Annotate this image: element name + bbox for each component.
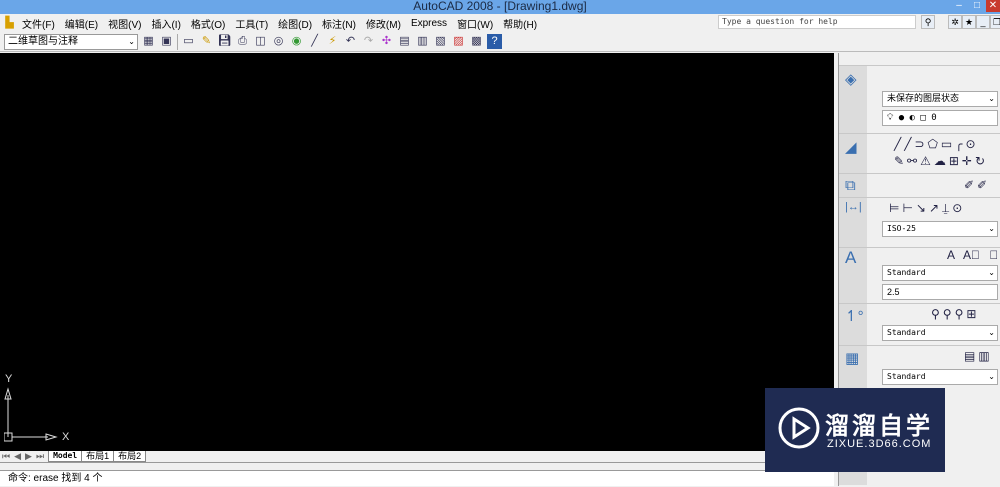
communication-icon[interactable]: ✲	[948, 15, 962, 29]
match-properties-icon[interactable]: ⚡	[325, 34, 340, 49]
menu-help[interactable]: 帮助(H)	[498, 16, 542, 31]
menu-tools[interactable]: 工具(T)	[230, 16, 273, 31]
calculator-icon[interactable]: ▩	[469, 34, 484, 49]
dimension-tools[interactable]: ⊨⊢↘↗⍊⊙	[889, 201, 965, 216]
chevron-down-icon: ⌄	[128, 36, 135, 46]
workspace-select[interactable]: 二维草图与注释 ⌄	[4, 33, 138, 50]
2d-nav-panel: ⧉ ✐✐	[839, 173, 1000, 197]
close-button[interactable]: ✕	[986, 0, 1000, 12]
play-logo-icon	[778, 407, 820, 449]
dimension-icon: |↔|	[845, 201, 862, 213]
separator	[177, 33, 178, 50]
menu-edit[interactable]: 编辑(E)	[60, 16, 103, 31]
multileader-panel: ↿° ⚲⚲⚲⊞ Standard ⌄	[839, 303, 1000, 345]
draw-icon: ◢	[845, 139, 857, 156]
dim-style-select[interactable]: ISO-25 ⌄	[882, 221, 998, 237]
draw-tools[interactable]: ╱╱⊃⬠▭╭⊙	[894, 137, 979, 151]
ucs-y-label: Y	[5, 373, 13, 385]
menu-draw[interactable]: 绘图(D)	[273, 16, 317, 31]
layout-tabs: ⏮ ◀ ▶ ⏭ Model 布局1 布局2	[0, 451, 834, 463]
command-line[interactable]: 命令: erase 找到 4 个	[0, 470, 834, 486]
modify-tools[interactable]: ✎⚯⚠☁⊞✛↻	[894, 154, 988, 168]
maximize-button[interactable]: □	[968, 0, 986, 12]
watermark-url: ZIXUE.3D66.COM	[827, 438, 932, 450]
redo-icon[interactable]: ↷	[361, 34, 376, 49]
workspace-settings-icon[interactable]: ▦	[141, 34, 156, 49]
doc-minimize-button[interactable]: _	[976, 15, 990, 29]
menu-modify[interactable]: 修改(M)	[361, 16, 406, 31]
layers-panel: ◈ 未保存的图层状态 ⌄ 💡︎ ● ◐ □ 0	[839, 65, 1000, 133]
favorites-icon[interactable]: ★	[962, 15, 976, 29]
layer-state-select[interactable]: 未保存的图层状态 ⌄	[882, 91, 998, 107]
drawing-canvas[interactable]	[0, 53, 834, 451]
save-workspace-icon[interactable]: ▣	[159, 34, 174, 49]
tool-palettes-icon[interactable]: ▧	[433, 34, 448, 49]
multileader-icon: ↿°	[845, 308, 864, 325]
nav-tools[interactable]: ✐✐	[964, 178, 990, 192]
publish-icon[interactable]: ◎	[271, 34, 286, 49]
table-style-select[interactable]: Standard ⌄	[882, 369, 998, 385]
cut-icon[interactable]: ╱	[307, 34, 322, 49]
watermark: 溜溜自学 ZIXUE.3D66.COM	[765, 388, 945, 472]
pan-icon[interactable]: ✣	[379, 34, 394, 49]
menu-format[interactable]: 格式(O)	[186, 16, 230, 31]
menu-dimension[interactable]: 标注(N)	[317, 16, 361, 31]
layers-icon: ◈	[845, 71, 857, 88]
tab-nav-last[interactable]: ⏭	[34, 451, 48, 462]
mleader-style-select[interactable]: Standard ⌄	[882, 325, 998, 341]
menu-file[interactable]: 文件(F)	[17, 16, 60, 31]
sheet-set-icon[interactable]: ▨	[451, 34, 466, 49]
workspace-value: 二维草图与注释	[8, 35, 78, 47]
menu-insert[interactable]: 插入(I)	[146, 16, 185, 31]
tab-layout1[interactable]: 布局1	[81, 451, 115, 462]
properties-icon[interactable]: ▤	[397, 34, 412, 49]
text-tools[interactable]: A A⃒ ⌕	[947, 248, 1000, 262]
multileader-tools[interactable]: ⚲⚲⚲⊞	[931, 307, 979, 321]
layer-select[interactable]: 💡︎ ● ◐ □ 0	[882, 110, 998, 126]
draw-panel: ◢ ╱╱⊃⬠▭╭⊙ ✎⚯⚠☁⊞✛↻	[839, 133, 1000, 173]
open-icon[interactable]: ✎	[199, 34, 214, 49]
help-search-input[interactable]: Type a question for help	[718, 15, 916, 29]
design-center-icon[interactable]: ▥	[415, 34, 430, 49]
window-title: AutoCAD 2008 - [Drawing1.dwg]	[413, 0, 587, 13]
tab-layout2[interactable]: 布局2	[113, 451, 147, 462]
watermark-name: 溜溜自学	[825, 413, 933, 440]
ucs-x-label: X	[62, 431, 70, 443]
app-icon[interactable]: ▙	[2, 16, 17, 31]
tab-nav-prev[interactable]: ◀	[12, 451, 23, 462]
3d-dwf-icon[interactable]: ◉	[289, 34, 304, 49]
help-icon[interactable]: ?	[487, 34, 502, 49]
tab-nav-first[interactable]: ⏮	[0, 451, 12, 462]
save-icon[interactable]: 💾︎	[217, 34, 232, 49]
print-icon[interactable]: ⎙	[235, 34, 250, 49]
text-height-input[interactable]: 2.5	[882, 284, 998, 300]
menu-express[interactable]: Express	[406, 18, 452, 29]
text-panel: A A A⃒ ⌕ Standard ⌄ 2.5	[839, 247, 1000, 303]
text-icon: A	[845, 248, 857, 267]
plot-preview-icon[interactable]: ◫	[253, 34, 268, 49]
menu-view[interactable]: 视图(V)	[103, 16, 146, 31]
search-icon[interactable]: ⚲	[921, 15, 935, 29]
title-bar: AutoCAD 2008 - [Drawing1.dwg] – □ ✕	[0, 0, 1000, 14]
doc-restore-button[interactable]: ❐	[990, 15, 1000, 29]
navigate-icon: ⧉	[845, 177, 856, 194]
table-icon: ▦	[845, 350, 860, 367]
text-style-select[interactable]: Standard ⌄	[882, 265, 998, 281]
menu-window[interactable]: 窗口(W)	[452, 16, 498, 31]
command-text: 命令: erase 找到 4 个	[8, 473, 103, 484]
new-icon[interactable]: ▭	[181, 34, 196, 49]
minimize-button[interactable]: –	[950, 0, 968, 12]
tab-nav-next[interactable]: ▶	[23, 451, 34, 462]
dimension-panel: |↔| ⊨⊢↘↗⍊⊙ ISO-25 ⌄	[839, 197, 1000, 247]
standard-toolbar: 二维草图与注释 ⌄ ▦ ▣ ▭ ✎ 💾︎ ⎙ ◫ ◎ ◉ ╱ ⚡ ↶ ↷ ✣ ▤ …	[0, 32, 1000, 52]
table-tools[interactable]: ▤▥	[964, 349, 993, 363]
tab-model[interactable]: Model	[48, 451, 83, 462]
undo-icon[interactable]: ↶	[343, 34, 358, 49]
